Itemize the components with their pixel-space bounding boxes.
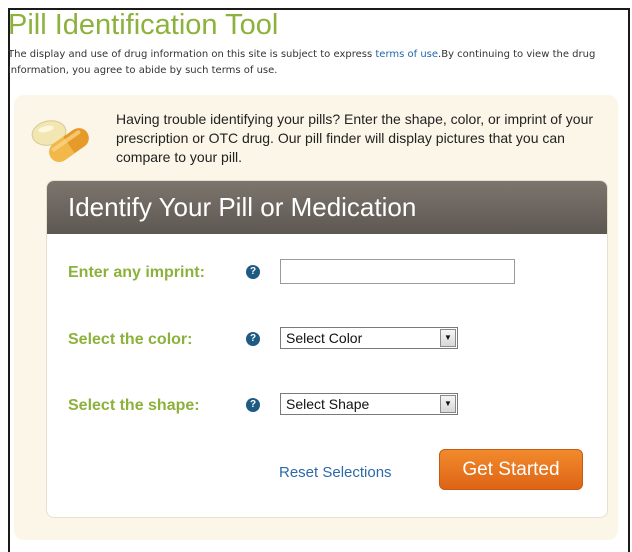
color-select-value: Select Color xyxy=(286,330,363,346)
imprint-row: Enter any imprint: ? xyxy=(47,258,607,288)
shape-row: Select the shape: ? Select Shape ▼ xyxy=(47,391,607,421)
pill-identifier-form: Identify Your Pill or Medication Enter a… xyxy=(46,180,608,518)
help-icon[interactable]: ? xyxy=(246,265,260,279)
disclaimer-text-start: The display and use of drug information … xyxy=(8,49,376,60)
shape-label: Select the shape: xyxy=(68,397,200,414)
get-started-button[interactable]: Get Started xyxy=(439,449,583,490)
intro-text: Having trouble identifying your pills? E… xyxy=(116,111,594,165)
page-title: Pill Identification Tool xyxy=(8,9,279,41)
reset-selections-link[interactable]: Reset Selections xyxy=(279,464,392,481)
shape-select[interactable]: Select Shape ▼ xyxy=(280,393,458,415)
help-icon[interactable]: ? xyxy=(246,332,260,346)
terms-disclaimer: The display and use of drug information … xyxy=(8,47,616,79)
shape-select-value: Select Shape xyxy=(286,396,370,412)
chevron-down-icon[interactable]: ▼ xyxy=(440,329,456,347)
imprint-input[interactable] xyxy=(280,259,515,284)
color-select[interactable]: Select Color ▼ xyxy=(280,327,458,349)
chevron-down-icon[interactable]: ▼ xyxy=(440,395,456,413)
color-label: Select the color: xyxy=(68,331,193,348)
pills-icon xyxy=(31,120,89,162)
color-row: Select the color: ? Select Color ▼ xyxy=(47,325,607,355)
imprint-label: Enter any imprint: xyxy=(68,264,205,281)
terms-of-use-link[interactable]: terms of use xyxy=(375,49,438,60)
form-heading: Identify Your Pill or Medication xyxy=(47,181,607,234)
help-icon[interactable]: ? xyxy=(246,398,260,412)
